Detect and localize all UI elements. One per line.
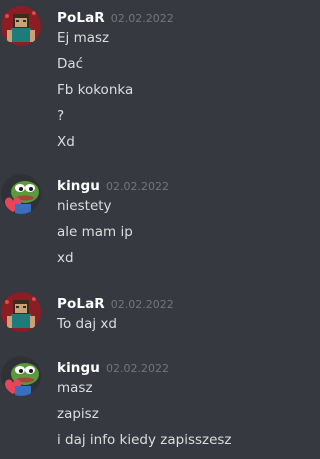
message-header: kingu 02.02.2022 bbox=[57, 175, 169, 194]
message-header: kingu 02.02.2022 bbox=[57, 357, 169, 376]
timestamp[interactable]: 02.02.2022 bbox=[106, 180, 169, 193]
message-line: masz bbox=[57, 380, 93, 396]
timestamp[interactable]: 02.02.2022 bbox=[106, 362, 169, 375]
message-line: To daj xd bbox=[57, 316, 117, 332]
message-line: Xd bbox=[57, 134, 75, 150]
author-name[interactable]: PoLaR bbox=[57, 10, 105, 26]
author-name[interactable]: kingu bbox=[57, 178, 100, 194]
message-line: zapisz bbox=[57, 406, 99, 422]
message-line: niestety bbox=[57, 198, 112, 214]
pepe-frog-heart-avatar[interactable] bbox=[1, 174, 41, 214]
timestamp[interactable]: 02.02.2022 bbox=[111, 298, 174, 311]
minecraft-character-avatar[interactable] bbox=[1, 6, 41, 46]
message-header: PoLaR 02.02.2022 bbox=[57, 293, 174, 312]
message-header: PoLaR 02.02.2022 bbox=[57, 7, 174, 26]
message-line: Dać bbox=[57, 56, 84, 72]
message-line: Fb kokonka bbox=[57, 82, 134, 98]
minecraft-character-avatar[interactable] bbox=[1, 292, 41, 332]
message-line: Ej masz bbox=[57, 30, 110, 46]
timestamp[interactable]: 02.02.2022 bbox=[111, 12, 174, 25]
pepe-frog-heart-avatar[interactable] bbox=[1, 356, 41, 396]
author-name[interactable]: kingu bbox=[57, 360, 100, 376]
message-line: xd bbox=[57, 250, 74, 266]
message-line: i daj info kiedy zapisszesz bbox=[57, 432, 232, 448]
message-line: ? bbox=[57, 108, 65, 124]
message-line: ale mam ip bbox=[57, 224, 133, 240]
author-name[interactable]: PoLaR bbox=[57, 296, 105, 312]
